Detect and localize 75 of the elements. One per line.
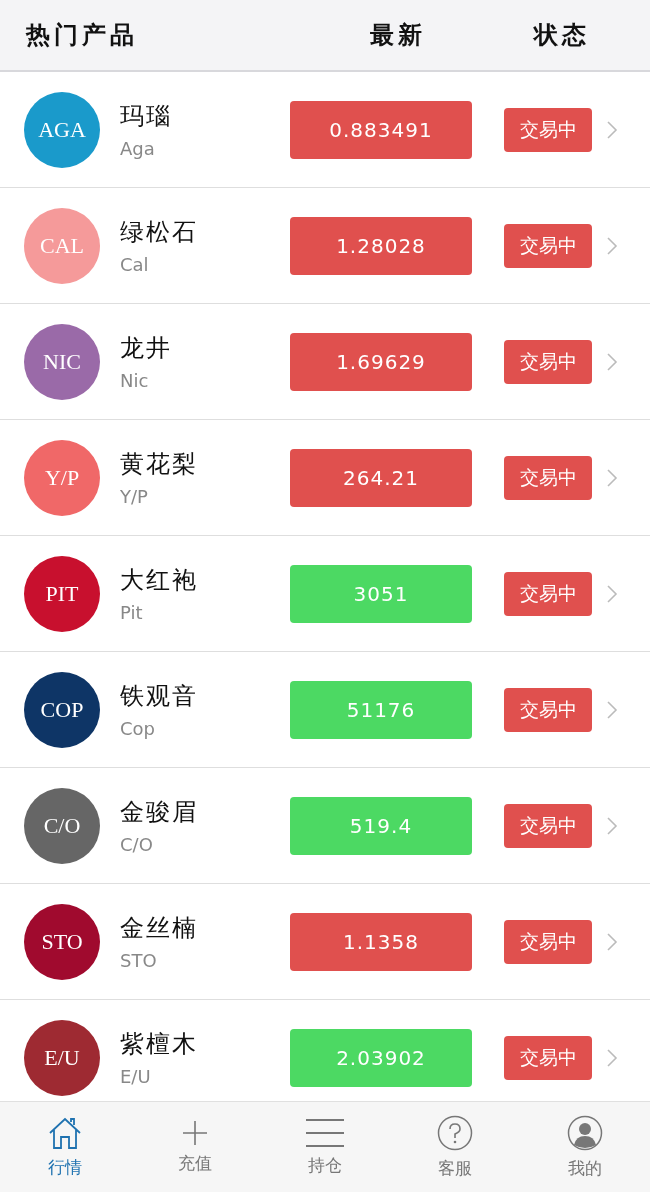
product-code: Y/P: [120, 486, 149, 507]
price-tag: 2.03902: [290, 1028, 472, 1087]
product-name: 金丝楠: [120, 913, 199, 944]
product-badge: AGA: [24, 91, 100, 168]
product-row[interactable]: PIT 大红袍 Pit 3051 交易中: [0, 536, 650, 652]
product-badge: COP: [24, 671, 100, 748]
tab[interactable]: 我的: [520, 1102, 650, 1192]
product-badge: CAL: [24, 207, 100, 284]
price-tag: 0.883491: [290, 100, 472, 159]
product-name: 大红袍: [120, 565, 199, 596]
status-badge: 交易中: [504, 223, 592, 268]
tab[interactable]: 行情: [0, 1102, 130, 1192]
chevron-icon: [606, 119, 618, 140]
profile-icon: [567, 1114, 603, 1151]
plus-icon: [182, 1119, 208, 1146]
chevron-icon: [606, 583, 618, 604]
help-icon: [437, 1114, 473, 1151]
product-row[interactable]: CAL 绿松石 Cal 1.28028 交易中: [0, 188, 650, 304]
product-row[interactable]: C/O 金骏眉 C/O 519.4 交易中: [0, 768, 650, 884]
product-badge: PIT: [24, 555, 100, 632]
status-badge: 交易中: [504, 803, 592, 848]
product-code: Nic: [120, 370, 150, 391]
product-row[interactable]: Y/P 黄花梨 Y/P 264.21 交易中: [0, 420, 650, 536]
product-row[interactable]: NIC 龙井 Nic 1.69629 交易中: [0, 304, 650, 420]
status-badge: 交易中: [504, 107, 592, 152]
product-code: C/O: [120, 834, 154, 855]
product-badge: STO: [24, 903, 100, 980]
product-row[interactable]: AGA 玛瑙 Aga 0.883491 交易中: [0, 72, 650, 188]
product-name: 金骏眉: [120, 797, 199, 828]
product-code: Cal: [120, 254, 150, 275]
home-icon: [47, 1115, 83, 1150]
price-tag: 264.21: [290, 448, 472, 507]
product-code: E/U: [120, 1066, 152, 1087]
chevron-icon: [606, 1047, 618, 1068]
chevron-icon: [606, 931, 618, 952]
status-badge: 交易中: [504, 455, 592, 500]
product-name: 铁观音: [120, 681, 199, 712]
price-tag: 51176: [290, 680, 472, 739]
product-badge: Y/P: [24, 439, 100, 516]
product-code: Aga: [120, 138, 156, 159]
chevron-icon: [606, 467, 618, 488]
product-badge: E/U: [24, 1019, 100, 1096]
tab[interactable]: 客服: [390, 1102, 520, 1192]
chevron-icon: [606, 351, 618, 372]
chevron-icon: [606, 815, 618, 836]
chevron-icon: [606, 699, 618, 720]
chevron-icon: [606, 235, 618, 256]
column-header: 状态: [534, 20, 590, 51]
product-code: STO: [120, 950, 158, 971]
status-badge: 交易中: [504, 339, 592, 384]
status-badge: 交易中: [504, 571, 592, 616]
menu-icon: [305, 1117, 345, 1148]
product-row[interactable]: STO 金丝楠 STO 1.1358 交易中: [0, 884, 650, 1000]
tab[interactable]: 持仓: [260, 1102, 390, 1192]
product-code: Cop: [120, 718, 156, 739]
product-badge: NIC: [24, 323, 100, 400]
price-tag: 1.28028: [290, 216, 472, 275]
status-badge: 交易中: [504, 919, 592, 964]
price-tag: 3051: [290, 564, 472, 623]
product-name: 黄花梨: [120, 449, 199, 480]
status-badge: 交易中: [504, 687, 592, 732]
price-tag: 1.1358: [290, 912, 472, 971]
status-badge: 交易中: [504, 1035, 592, 1080]
product-name: 玛瑙: [120, 101, 173, 132]
product-code: Pit: [120, 602, 144, 623]
price-tag: 519.4: [290, 796, 472, 855]
column-header: 最新: [370, 20, 426, 51]
product-row[interactable]: COP 铁观音 Cop 51176 交易中: [0, 652, 650, 768]
product-badge: C/O: [24, 787, 100, 864]
product-name: 绿松石: [120, 217, 199, 248]
column-header: 热门产品: [26, 20, 138, 51]
tab[interactable]: 充值: [130, 1102, 260, 1192]
product-name: 紫檀木: [120, 1029, 199, 1060]
price-tag: 1.69629: [290, 332, 472, 391]
product-name: 龙井: [120, 333, 173, 364]
